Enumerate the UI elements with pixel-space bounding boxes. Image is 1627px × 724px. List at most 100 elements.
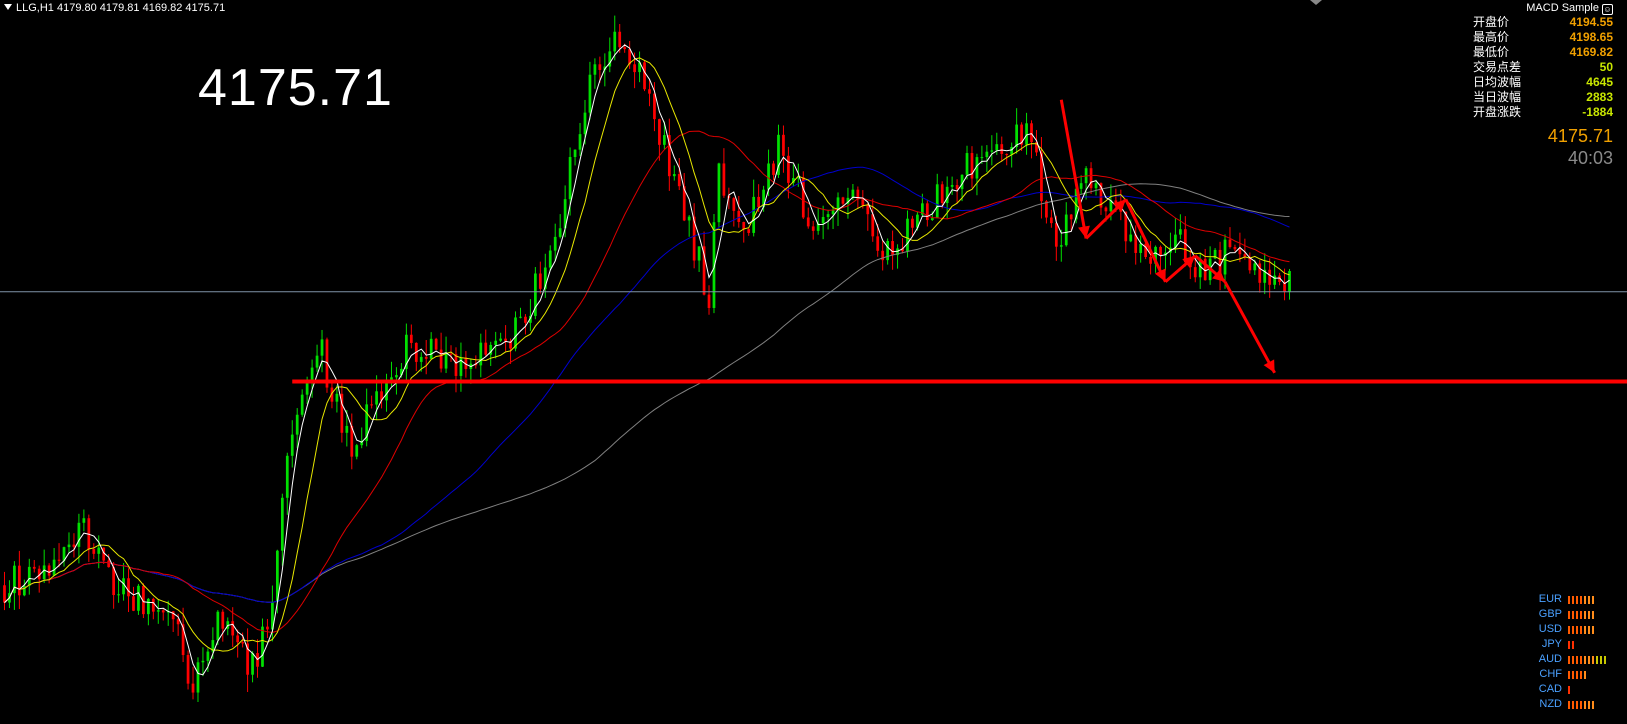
candle-body (618, 31, 622, 48)
candle (137, 583, 140, 615)
strength-bar (1572, 626, 1574, 634)
currency-strength-panel: EUR GBP USD JPY AUD CHF CAD NZD (1522, 592, 1622, 712)
strength-bar (1576, 656, 1578, 664)
candle (434, 337, 438, 351)
candle-body (633, 64, 636, 73)
candle (548, 245, 552, 271)
candle (1050, 209, 1053, 228)
candle-body (72, 544, 76, 547)
candle (722, 148, 726, 198)
current-price: 4175.71 (1547, 126, 1613, 146)
strength-bars (1568, 611, 1596, 619)
stat-row: 开盘涨跌 -1884 (1473, 105, 1613, 120)
candle-body (151, 598, 155, 612)
candle (866, 202, 870, 231)
currency-strength-row: NZD (1522, 697, 1622, 712)
candle (608, 37, 612, 73)
candle (504, 325, 507, 352)
candle (191, 666, 195, 700)
chevron-down-icon[interactable] (4, 4, 12, 10)
candle-body (653, 93, 656, 120)
candle-body (514, 317, 517, 349)
candle-body (826, 214, 830, 218)
candle-body (990, 150, 994, 152)
candle-body (280, 497, 284, 551)
candle-body (449, 353, 453, 355)
candle-body (231, 621, 235, 636)
candle-body (648, 89, 651, 94)
strength-bars (1568, 671, 1588, 679)
candle-body (787, 155, 790, 183)
candle-body (300, 394, 304, 415)
candle-body (201, 660, 205, 663)
candle-body (1159, 246, 1162, 256)
strength-bar (1576, 701, 1578, 709)
candle-body (578, 134, 582, 150)
candle-body (519, 316, 522, 318)
candle-body (925, 203, 929, 221)
candle-body (747, 229, 751, 233)
strength-bar (1588, 701, 1590, 709)
candle-body (390, 377, 393, 380)
candle (1084, 166, 1088, 200)
strength-bar (1596, 656, 1598, 664)
stat-row: 最高价 4198.65 (1473, 30, 1613, 45)
candle (667, 118, 671, 191)
chart-shift-marker[interactable] (1310, 0, 1322, 5)
candle (558, 214, 562, 239)
candle (881, 240, 885, 271)
stat-label: 最低价 (1473, 45, 1510, 59)
candle-body (1149, 256, 1152, 264)
bar-countdown: 40:03 (1567, 148, 1613, 168)
candle (13, 561, 16, 610)
candle (1263, 253, 1267, 295)
candle-body (613, 31, 617, 52)
strength-bar (1588, 611, 1590, 619)
currency-code: JPY (1541, 638, 1562, 650)
candle-body (499, 338, 502, 341)
currency-strength-row: AUD (1522, 652, 1622, 667)
candle (454, 347, 458, 393)
candle-body (1179, 229, 1182, 235)
strength-bar (1584, 626, 1586, 634)
candle (8, 580, 11, 609)
candle-body (806, 217, 810, 227)
candle (593, 58, 597, 89)
currency-code: AUD (1538, 653, 1562, 665)
strength-bar (1604, 656, 1606, 664)
candle-body (643, 62, 646, 90)
candle (439, 332, 443, 373)
expert-advisor-label[interactable]: MACD Sample ☺ (1526, 2, 1613, 15)
stat-row: 交易点差 50 (1473, 60, 1613, 75)
candle (1079, 175, 1083, 195)
candle (985, 145, 989, 173)
candle-body (1050, 217, 1053, 224)
candle-body (1193, 267, 1197, 278)
candle (821, 205, 825, 240)
candle-body (216, 611, 220, 641)
candle-body (320, 339, 324, 356)
candle-body (186, 655, 190, 684)
candle (156, 599, 160, 624)
strength-bar (1580, 611, 1582, 619)
candle-body (687, 216, 691, 221)
candle (687, 215, 691, 237)
candle (752, 179, 756, 237)
candle (707, 285, 711, 315)
candle (1134, 225, 1138, 265)
candle (925, 199, 929, 227)
candle (826, 209, 830, 230)
candle (1030, 120, 1033, 159)
candle (1208, 246, 1212, 285)
candle-body (767, 163, 770, 190)
candle (280, 493, 284, 566)
candle (285, 452, 289, 515)
candle-body (27, 566, 31, 586)
candle (811, 220, 815, 240)
candle-body (737, 210, 741, 222)
candle-body (757, 196, 760, 208)
candle (911, 215, 914, 237)
moving-average-lines (4, 44, 1290, 676)
candle (300, 389, 304, 417)
candle (92, 543, 96, 560)
